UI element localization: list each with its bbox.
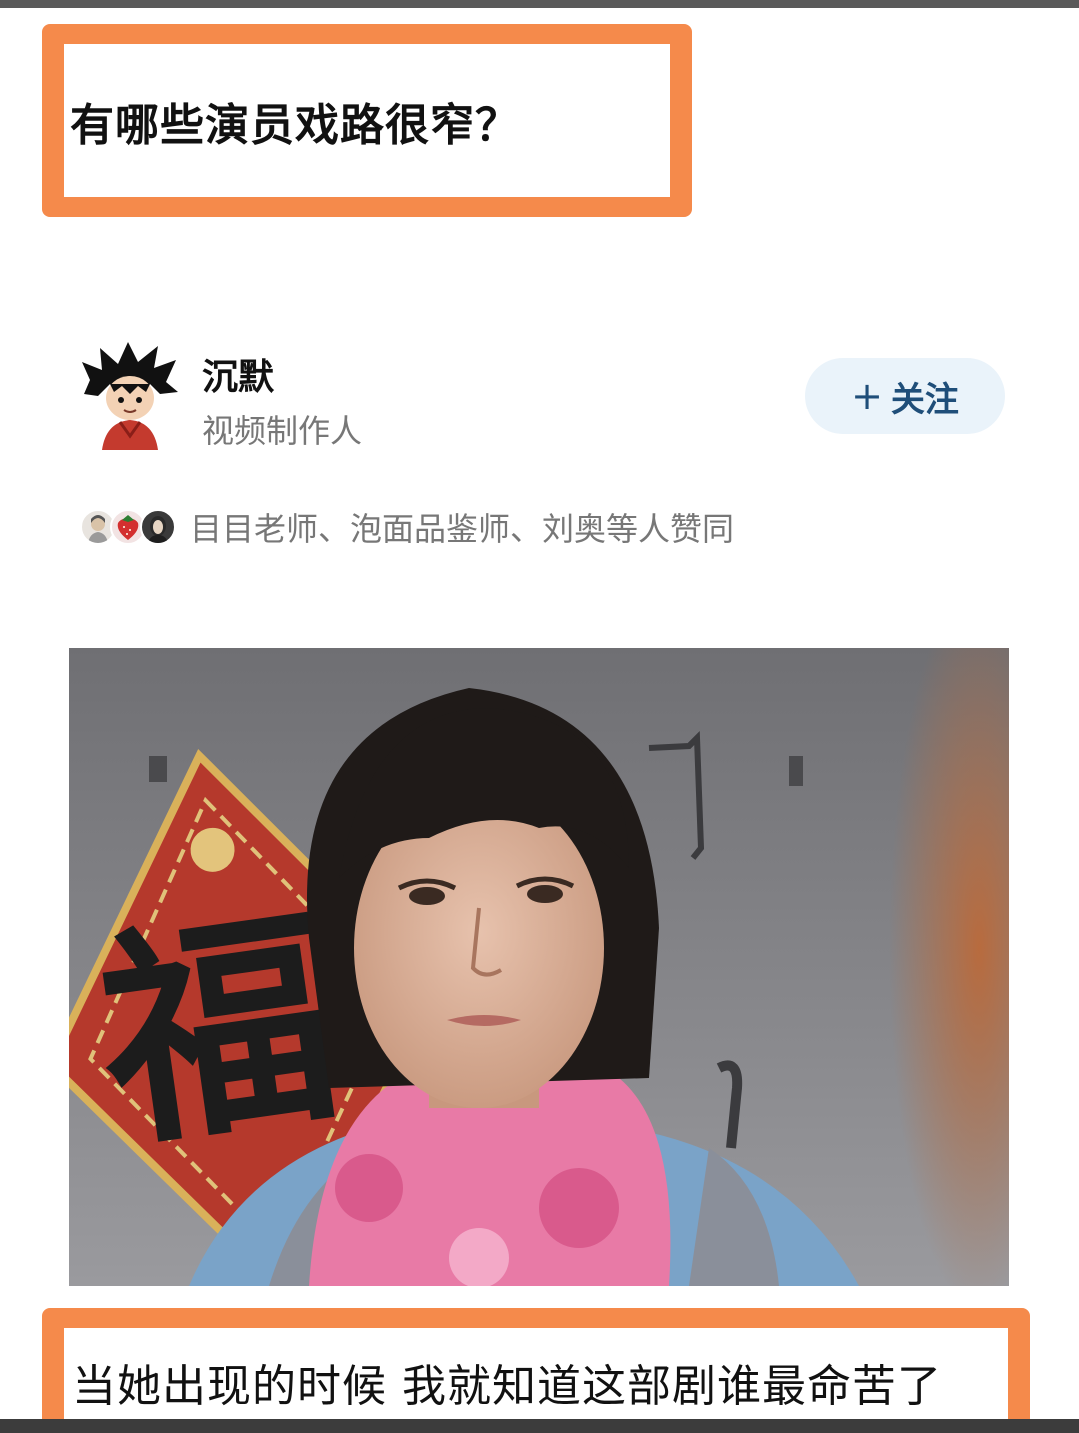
drama-still-image[interactable]: 福: [69, 648, 1009, 1286]
question-card[interactable]: 有哪些演员戏路很窄？: [64, 44, 670, 197]
likes-text: 目目老师、泡面品鉴师、刘奥等人赞同: [190, 510, 735, 548]
top-status-strip: [0, 0, 1079, 8]
likes-row: 目目老师、泡面品鉴师、刘奥等人赞同: [80, 500, 734, 554]
question-title: 有哪些演员戏路很窄？: [70, 99, 520, 151]
plus-icon: +: [851, 374, 883, 418]
author-row: 沉默 视频制作人 + 关注: [80, 340, 1010, 460]
cartoon-boy-avatar-icon[interactable]: [80, 340, 180, 450]
follow-label: 关注: [890, 379, 959, 420]
author-name[interactable]: 沉默: [202, 348, 274, 400]
portrait-avatar-icon: [140, 509, 176, 545]
question-frame: 有哪些演员戏路很窄？: [42, 24, 692, 217]
bottom-status-strip: [0, 1419, 1079, 1433]
caption-text: 当她出现的时候 我就知道这部剧谁最命苦了: [72, 1361, 942, 1412]
follow-button[interactable]: + 关注: [805, 358, 1005, 434]
caption-frame: 当她出现的时候 我就知道这部剧谁最命苦了: [42, 1308, 1030, 1433]
author-title: 视频制作人: [202, 412, 363, 450]
caption-card: 当她出现的时候 我就知道这部剧谁最命苦了: [64, 1328, 1008, 1433]
liker-avatars[interactable]: [80, 505, 180, 549]
